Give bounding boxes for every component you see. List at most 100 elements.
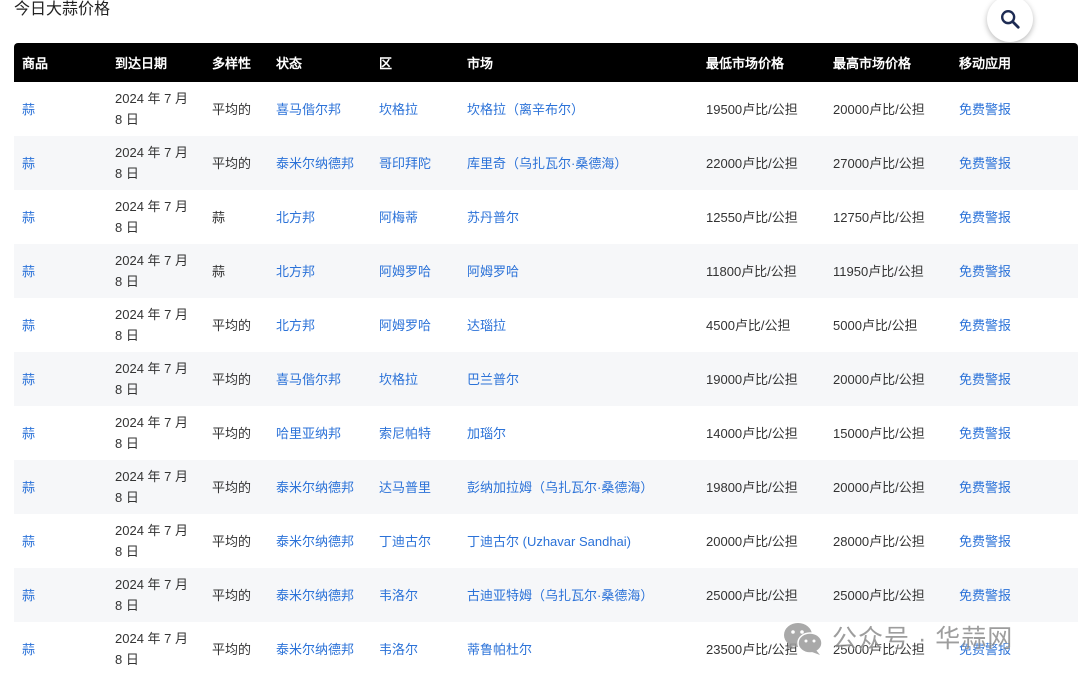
free-alert-link[interactable]: 免费警报 xyxy=(959,642,1011,657)
district-cell: 哥印拜陀 xyxy=(371,136,459,190)
state-link[interactable]: 北方邦 xyxy=(276,318,315,333)
min-price-cell: 19000卢比/公担 xyxy=(698,352,825,406)
state-link[interactable]: 泰米尔纳德邦 xyxy=(276,480,354,495)
table-row: 蒜 2024 年 7 月 8 日 蒜 北方邦 阿姆罗哈 阿姆罗哈 11800卢比… xyxy=(14,244,1078,298)
commodity-link[interactable]: 蒜 xyxy=(22,642,35,657)
market-cell: 巴兰普尔 xyxy=(459,352,698,406)
district-link[interactable]: 阿梅蒂 xyxy=(379,210,418,225)
free-alert-link[interactable]: 免费警报 xyxy=(959,534,1011,549)
state-link[interactable]: 哈里亚纳邦 xyxy=(276,426,341,441)
max-price-cell: 20000卢比/公担 xyxy=(825,352,951,406)
district-cell: 阿姆罗哈 xyxy=(371,298,459,352)
search-icon xyxy=(1001,10,1020,29)
market-cell: 坎格拉（离辛布尔） xyxy=(459,82,698,136)
market-link[interactable]: 库里奇（乌扎瓦尔·桑德海） xyxy=(467,156,627,171)
district-link[interactable]: 阿姆罗哈 xyxy=(379,264,431,279)
arrival-date-cell: 2024 年 7 月 8 日 xyxy=(107,352,204,406)
state-link[interactable]: 泰米尔纳德邦 xyxy=(276,534,354,549)
max-price-cell: 25000卢比/公担 xyxy=(825,568,951,622)
table-header-row: 商品 到达日期 多样性 状态 区 市场 最低市场价格 最高市场价格 移动应用 xyxy=(14,43,1078,82)
max-price-cell: 15000卢比/公担 xyxy=(833,425,925,441)
state-link[interactable]: 泰米尔纳德邦 xyxy=(276,642,354,657)
market-link[interactable]: 达瑙拉 xyxy=(467,318,506,333)
state-cell: 哈里亚纳邦 xyxy=(268,406,371,460)
market-link[interactable]: 加瑙尔 xyxy=(467,426,506,441)
commodity-link[interactable]: 蒜 xyxy=(22,426,35,441)
table-row: 蒜 2024 年 7 月 8 日 平均的 泰米尔纳德邦 丁迪古尔 丁迪古尔 (U… xyxy=(14,514,1078,568)
variety-cell: 蒜 xyxy=(204,244,268,298)
free-alert-link[interactable]: 免费警报 xyxy=(959,588,1011,603)
variety-cell: 平均的 xyxy=(212,641,252,657)
commodity-link[interactable]: 蒜 xyxy=(22,318,35,333)
commodity-link[interactable]: 蒜 xyxy=(22,372,35,387)
table-row: 蒜 2024 年 7 月 8 日 平均的 喜马偕尔邦 坎格拉 坎格拉（离辛布尔）… xyxy=(14,82,1078,136)
variety-cell: 平均的 xyxy=(212,425,252,441)
table-header: 商品 到达日期 多样性 状态 区 市场 最低市场价格 最高市场价格 移动应用 xyxy=(14,43,1078,82)
market-link[interactable]: 蒂鲁帕杜尔 xyxy=(467,642,532,657)
commodity-link[interactable]: 蒜 xyxy=(22,534,35,549)
market-cell: 古迪亚特姆（乌扎瓦尔·桑德海） xyxy=(459,568,698,622)
district-link[interactable]: 哥印拜陀 xyxy=(379,156,431,171)
market-link[interactable]: 古迪亚特姆（乌扎瓦尔·桑德海） xyxy=(467,588,653,603)
district-link[interactable]: 达马普里 xyxy=(379,480,431,495)
variety-cell: 平均的 xyxy=(212,533,252,549)
district-link[interactable]: 坎格拉 xyxy=(379,102,418,117)
district-cell: 阿梅蒂 xyxy=(371,190,459,244)
free-alert-link[interactable]: 免费警报 xyxy=(959,372,1011,387)
market-link[interactable]: 苏丹普尔 xyxy=(467,210,519,225)
district-link[interactable]: 韦洛尔 xyxy=(379,642,418,657)
state-cell: 喜马偕尔邦 xyxy=(268,352,371,406)
state-link[interactable]: 泰米尔纳德邦 xyxy=(276,156,354,171)
state-link[interactable]: 泰米尔纳德邦 xyxy=(276,588,354,603)
market-link[interactable]: 坎格拉（离辛布尔） xyxy=(467,102,584,117)
free-alert-link[interactable]: 免费警报 xyxy=(959,318,1011,333)
commodity-link[interactable]: 蒜 xyxy=(22,264,35,279)
state-link[interactable]: 北方邦 xyxy=(276,264,315,279)
search-button[interactable] xyxy=(987,0,1033,42)
district-cell: 丁迪古尔 xyxy=(371,514,459,568)
free-alert-link[interactable]: 免费警报 xyxy=(959,264,1011,279)
commodity-cell: 蒜 xyxy=(14,190,107,244)
commodity-link[interactable]: 蒜 xyxy=(22,156,35,171)
state-link[interactable]: 喜马偕尔邦 xyxy=(276,372,341,387)
min-price-cell: 14000卢比/公担 xyxy=(706,425,798,441)
column-header-district: 区 xyxy=(371,43,459,82)
market-link[interactable]: 阿姆罗哈 xyxy=(467,264,519,279)
variety-cell: 平均的 xyxy=(212,317,252,333)
district-link[interactable]: 坎格拉 xyxy=(379,372,418,387)
free-alert-link[interactable]: 免费警报 xyxy=(959,156,1011,171)
district-link[interactable]: 索尼帕特 xyxy=(379,426,431,441)
market-cell: 阿姆罗哈 xyxy=(459,244,698,298)
free-alert-link[interactable]: 免费警报 xyxy=(959,210,1011,225)
market-link[interactable]: 丁迪古尔 (Uzhavar Sandhai) xyxy=(467,534,631,549)
arrival-date-cell: 2024 年 7 月 8 日 xyxy=(115,91,188,127)
arrival-date-cell: 2024 年 7 月 8 日 xyxy=(107,244,204,298)
district-link[interactable]: 阿姆罗哈 xyxy=(379,318,431,333)
free-alert-link[interactable]: 免费警报 xyxy=(959,480,1011,495)
max-price-cell: 27000卢比/公担 xyxy=(825,136,951,190)
market-link[interactable]: 彭纳加拉姆（乌扎瓦尔·桑德海） xyxy=(467,480,653,495)
min-price-cell: 20000卢比/公担 xyxy=(706,533,798,549)
district-link[interactable]: 丁迪古尔 xyxy=(379,534,431,549)
column-header-variety: 多样性 xyxy=(204,43,268,82)
mobile-app-cell: 免费警报 xyxy=(951,568,1078,622)
table-row: 蒜 2024 年 7 月 8 日 平均的 哈里亚纳邦 索尼帕特 加瑙尔 1400… xyxy=(14,406,1078,460)
commodity-link[interactable]: 蒜 xyxy=(22,102,35,117)
market-link[interactable]: 巴兰普尔 xyxy=(467,372,519,387)
min-price-cell: 12550卢比/公担 xyxy=(706,209,798,225)
free-alert-link[interactable]: 免费警报 xyxy=(959,102,1011,117)
state-link[interactable]: 喜马偕尔邦 xyxy=(276,102,341,117)
commodity-link[interactable]: 蒜 xyxy=(22,480,35,495)
free-alert-link[interactable]: 免费警报 xyxy=(959,426,1011,441)
arrival-date-cell: 2024 年 7 月 8 日 xyxy=(107,460,204,514)
commodity-link[interactable]: 蒜 xyxy=(22,588,35,603)
table-row: 蒜 2024 年 7 月 8 日 平均的 喜马偕尔邦 坎格拉 巴兰普尔 1900… xyxy=(14,352,1078,406)
market-cell: 彭纳加拉姆（乌扎瓦尔·桑德海） xyxy=(459,460,698,514)
mobile-app-cell: 免费警报 xyxy=(951,406,1078,460)
district-link[interactable]: 韦洛尔 xyxy=(379,588,418,603)
commodity-link[interactable]: 蒜 xyxy=(22,210,35,225)
commodity-cell: 蒜 xyxy=(14,136,107,190)
state-link[interactable]: 北方邦 xyxy=(276,210,315,225)
max-price-cell: 12750卢比/公担 xyxy=(833,209,925,225)
state-cell: 泰米尔纳德邦 xyxy=(268,568,371,622)
